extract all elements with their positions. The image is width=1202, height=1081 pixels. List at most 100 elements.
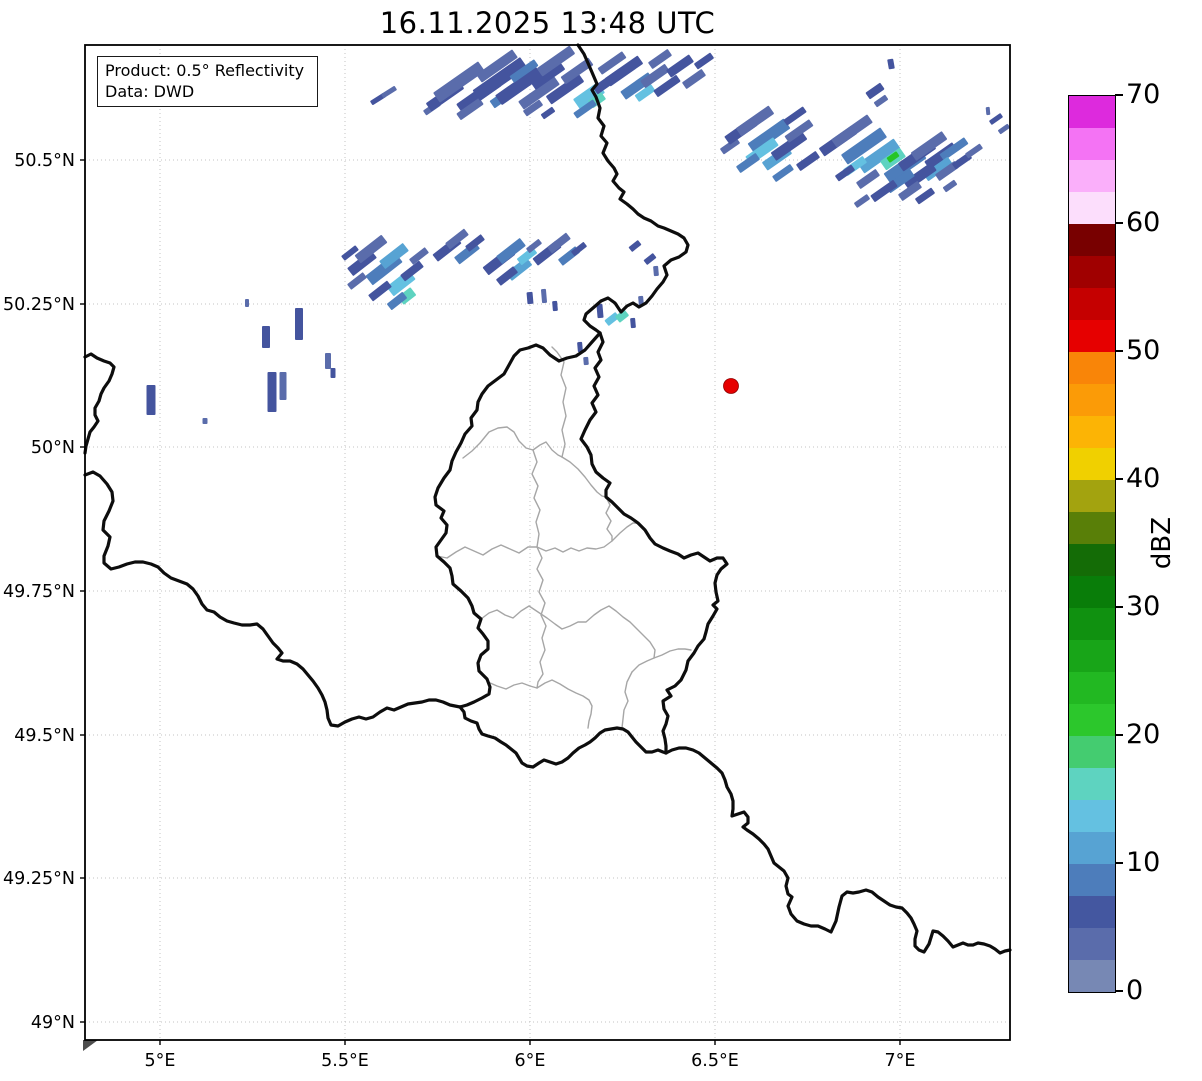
colorbar-segment	[1069, 928, 1115, 960]
colorbar-tick-label: 10	[1126, 847, 1161, 878]
echo-cell	[630, 317, 636, 329]
echo-cell	[772, 164, 794, 182]
product-line: Product: 0.5° Reflectivity	[105, 61, 305, 80]
canton-border-path	[487, 679, 593, 729]
echo-cell	[942, 179, 958, 193]
colorbar-tick-mark	[1115, 606, 1123, 608]
echo-cell	[628, 240, 642, 252]
colorbar-segment	[1069, 864, 1115, 896]
canton-border-path	[480, 605, 656, 673]
echo-cell	[835, 164, 855, 182]
colorbar-tick-label: 60	[1126, 207, 1161, 238]
colorbar-tick-label: 20	[1126, 719, 1161, 750]
radar-site-marker	[723, 378, 739, 394]
colorbar-axis-label: dBZ	[1147, 516, 1177, 570]
country-border-path	[433, 331, 602, 709]
x-tick-label: 7°E	[885, 1051, 916, 1071]
echo-cell	[330, 368, 336, 378]
colorbar-segment	[1069, 672, 1115, 704]
echo-cell	[682, 69, 706, 89]
echo-cell	[998, 123, 1010, 135]
echo-cell	[262, 326, 270, 348]
canton-border-path	[536, 546, 547, 689]
colorbar-tick-mark	[1115, 222, 1123, 224]
echo-cell	[870, 180, 898, 202]
echo-cell	[146, 385, 156, 415]
colorbar-segment	[1069, 960, 1115, 992]
echo-cell	[989, 113, 1003, 125]
country-border-path	[83, 470, 462, 728]
colorbar-tick-label: 30	[1126, 591, 1161, 622]
x-tick-label: 5°E	[145, 1051, 176, 1071]
echo-cell	[643, 253, 657, 265]
echo-cell	[267, 372, 277, 412]
colorbar-tick-mark	[1115, 478, 1123, 480]
colorbar-segment	[1069, 768, 1115, 800]
colorbar-segment	[1069, 800, 1115, 832]
echo-cell	[985, 106, 991, 116]
canton-border-path	[621, 671, 633, 729]
colorbar-tick-mark	[1115, 990, 1123, 992]
colorbar-segment	[1069, 256, 1115, 288]
echo-cell	[783, 106, 807, 126]
y-tick-label: 50.5°N	[14, 151, 75, 171]
y-tick-label: 50°N	[31, 438, 75, 458]
echo-cell	[694, 52, 714, 70]
echo-cell	[854, 194, 870, 208]
colorbar-segment	[1069, 96, 1115, 128]
echo-cell	[856, 169, 880, 189]
colorbar-segment	[1069, 192, 1115, 224]
echo-cell	[552, 300, 558, 312]
radar-figure: { "title": "16.11.2025 13:48 UTC", "info…	[0, 0, 1202, 1081]
y-tick-label: 49.5°N	[14, 726, 75, 746]
echo-cell	[540, 106, 556, 120]
colorbar-tick-label: 50	[1126, 335, 1161, 366]
echo-cell	[295, 308, 303, 340]
x-tick-label: 6.5°E	[691, 1051, 739, 1071]
echo-cell	[347, 272, 367, 290]
echo-cell	[666, 54, 694, 78]
colorbar-segment	[1069, 512, 1115, 544]
echo-cell	[873, 94, 889, 108]
echo-cell	[381, 86, 397, 98]
colorbar-tick-mark	[1115, 94, 1123, 96]
colorbar-segment	[1069, 160, 1115, 192]
canton-border-path	[531, 449, 541, 548]
colorbar-segment	[1069, 224, 1115, 256]
country-border-path	[458, 705, 668, 769]
colorbar-segment	[1069, 544, 1115, 576]
colorbar-tick-label: 70	[1126, 79, 1161, 110]
echo-cell	[583, 356, 589, 366]
colorbar-segment	[1069, 288, 1115, 320]
colorbar-segment	[1069, 704, 1115, 736]
corner-border-artifact	[83, 1040, 98, 1051]
echo-cell	[202, 418, 208, 424]
country-border-path	[83, 352, 116, 455]
x-tick-label: 5.5°E	[321, 1051, 369, 1071]
country-border-path	[664, 746, 1012, 955]
colorbar-tick-label: 40	[1126, 463, 1161, 494]
colorbar-segment	[1069, 320, 1115, 352]
y-tick-label: 50.25°N	[3, 295, 75, 315]
echo-cell	[547, 232, 571, 254]
canton-border-path	[653, 648, 692, 659]
x-tick-label: 6°E	[515, 1051, 546, 1071]
colorbar-tick-mark	[1115, 862, 1123, 864]
echo-cell	[965, 143, 983, 159]
colorbar	[1068, 95, 1116, 993]
echo-cell	[526, 291, 534, 305]
echo-cell	[887, 58, 895, 70]
echo-cell	[648, 49, 672, 69]
radar-map-canvas: 5°E 5.5°E 6°E 6.5°E 7°E 50.5°N 50.25°N 50°N 49.7…	[3, 43, 1012, 1071]
data-source-line: Data: DWD	[105, 82, 195, 101]
y-tick-label: 49.75°N	[3, 582, 75, 602]
product-info-box: Product: 0.5° Reflectivity Data: DWD	[97, 56, 318, 107]
echo-cell	[325, 353, 331, 369]
echo-cell	[341, 245, 359, 261]
y-tick-label: 49.25°N	[3, 869, 75, 889]
colorbar-segment	[1069, 736, 1115, 768]
colorbar-segment	[1069, 576, 1115, 608]
colorbar-segment	[1069, 448, 1115, 480]
echo-cell	[653, 265, 659, 277]
colorbar-tick-label: 0	[1126, 975, 1144, 1006]
